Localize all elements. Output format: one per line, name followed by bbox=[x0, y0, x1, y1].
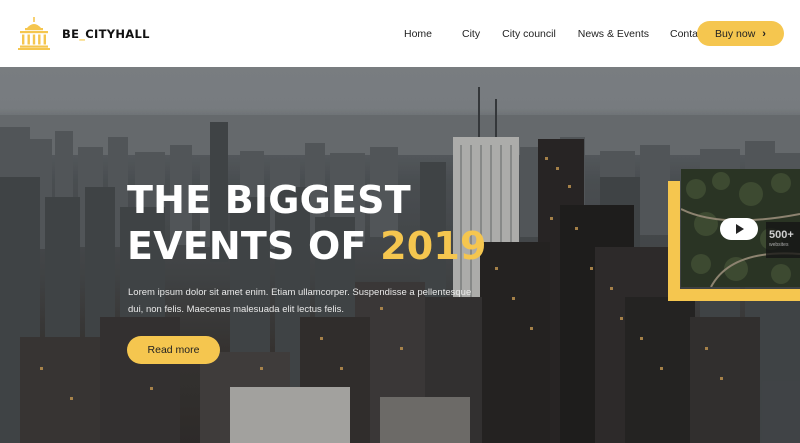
buy-now-label: Buy now bbox=[715, 27, 756, 40]
hero-description: Lorem ipsum dolor sit amet enim. Etiam u… bbox=[128, 287, 472, 315]
play-icon bbox=[736, 224, 744, 234]
nav-item-city-council[interactable]: City council bbox=[502, 28, 556, 40]
stat-value: 500+ bbox=[769, 229, 794, 241]
stat-label: websites bbox=[769, 242, 789, 248]
site-header: BE_CITYHALL Home City City council News … bbox=[0, 0, 800, 67]
nav-item-city[interactable]: City bbox=[462, 28, 480, 40]
hero-title-year: 2019 bbox=[380, 224, 487, 268]
buy-now-button[interactable]: Buy now › bbox=[697, 21, 784, 46]
read-more-button[interactable]: Read more bbox=[127, 336, 220, 364]
brand-name: BE_CITYHALL bbox=[62, 26, 150, 41]
city-hall-icon bbox=[18, 17, 50, 50]
chevron-right-icon: › bbox=[762, 27, 766, 40]
hero-title-line1: THE BIGGEST bbox=[127, 178, 411, 222]
main-nav: Home City City council News & Events Con… bbox=[404, 28, 706, 40]
play-video-button[interactable] bbox=[720, 218, 758, 240]
nav-item-news-events[interactable]: News & Events bbox=[578, 28, 649, 40]
nav-item-home[interactable]: Home bbox=[404, 28, 432, 40]
read-more-label: Read more bbox=[147, 344, 200, 356]
hero-title: THE BIGGEST EVENTS OF 2019 bbox=[127, 177, 487, 269]
brand-logo[interactable]: BE_CITYHALL bbox=[18, 17, 150, 50]
hero-title-line2: EVENTS OF 2019 bbox=[127, 224, 487, 268]
stat-badge: 500+ websites bbox=[766, 222, 800, 258]
